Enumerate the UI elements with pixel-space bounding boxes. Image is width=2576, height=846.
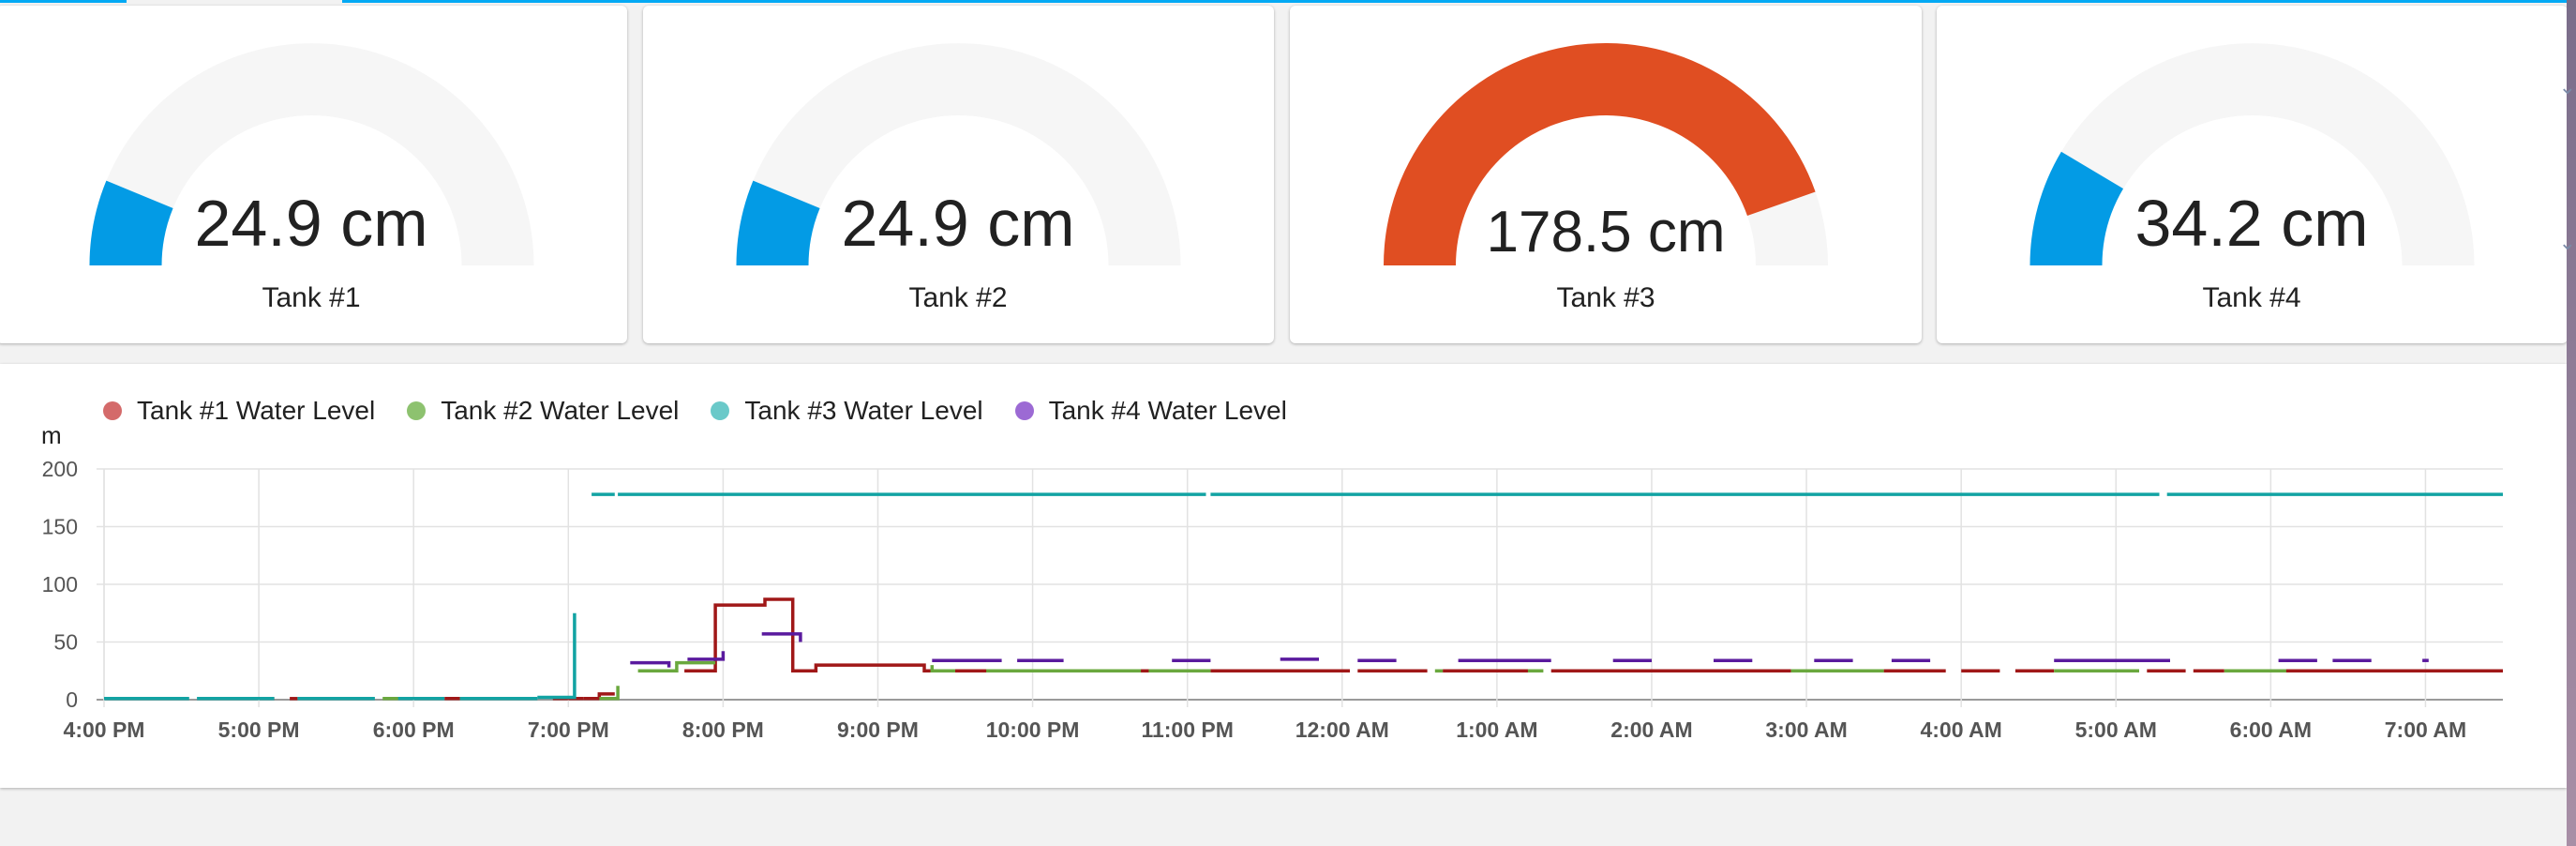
legend-dot <box>711 401 730 420</box>
legend-label: Tank #4 Water Level <box>1048 396 1287 425</box>
series-line-tank-2 <box>599 686 620 701</box>
gauge-card-tank-2[interactable]: 24.9 cm Tank #2 <box>643 6 1274 343</box>
top-tab-indicator <box>0 0 2576 3</box>
x-tick-label: 1:00 AM <box>1456 718 1537 742</box>
x-tick-label: 7:00 PM <box>528 718 609 742</box>
legend-item-tank-3[interactable]: Tank #3 Water Level <box>711 396 983 426</box>
x-tick-label: 9:00 PM <box>837 718 919 742</box>
x-tick-label: 5:00 AM <box>2075 718 2157 742</box>
history-graph-card: 0 50 100 150 200 4:00 PM 5:00 PM 6:00 PM 7:00 PM… <box>0 364 2567 788</box>
x-tick-label: 8:00 PM <box>682 718 764 742</box>
series-line-tank-2 <box>930 665 955 673</box>
legend-item-tank-4[interactable]: Tank #4 Water Level <box>1014 396 1287 426</box>
legend-item-tank-1[interactable]: Tank #1 Water Level <box>103 396 375 426</box>
gauge-card-tank-4[interactable]: 34.2 cm Tank #4 <box>1937 6 2568 343</box>
legend-label: Tank #1 Water Level <box>137 396 376 425</box>
gauge-tank-3: 178.5 cm Tank #3 <box>1384 43 1828 313</box>
gauge-label: Tank #4 <box>2202 282 2300 313</box>
x-tick-label: 10:00 PM <box>986 718 1080 742</box>
gauge-tank-1: 24.9 cm Tank #1 <box>89 43 534 313</box>
x-tick-label: 11:00 PM <box>1141 718 1233 742</box>
legend-item-tank-2[interactable]: Tank #2 Water Level <box>407 396 679 426</box>
legend-label: Tank #3 Water Level <box>744 396 983 425</box>
x-tick-label: 7:00 AM <box>2385 718 2466 742</box>
legend-dot <box>103 401 122 420</box>
gauge-label: Tank #3 <box>1556 282 1655 313</box>
y-tick-label: 50 <box>53 630 78 655</box>
y-tick-label: 200 <box>42 457 78 481</box>
legend-label: Tank #2 Water Level <box>441 396 680 425</box>
chevron-down-icon[interactable]: ⌄ <box>2559 231 2576 255</box>
legend-dot <box>1014 401 1034 420</box>
gauge-value: 178.5 cm <box>1486 200 1725 264</box>
x-tick-label: 4:00 PM <box>64 718 145 742</box>
gauge-tank-2: 24.9 cm Tank #2 <box>736 43 1181 313</box>
x-tick-label: 2:00 AM <box>1610 718 1692 742</box>
x-tick-label: 6:00 AM <box>2230 718 2312 742</box>
x-tick-label: 5:00 PM <box>218 718 300 742</box>
legend-dot <box>407 401 427 420</box>
x-tick-label: 4:00 AM <box>1920 718 2001 742</box>
x-tick-label: 12:00 AM <box>1295 718 1389 742</box>
series-line-tank-4 <box>687 651 726 661</box>
gauge-label: Tank #1 <box>262 282 360 313</box>
gauge-value: 24.9 cm <box>842 187 1075 260</box>
y-axis-unit: m <box>41 421 62 449</box>
chevron-down-icon[interactable]: ⌄ <box>2559 75 2576 99</box>
y-tick-label: 0 <box>66 687 78 712</box>
series-line-tank-4 <box>630 660 671 668</box>
gauge-tank-4: 34.2 cm Tank #4 <box>2029 43 2475 313</box>
gauge-value: 24.9 cm <box>195 187 428 260</box>
gauge-card-tank-3[interactable]: 178.5 cm Tank #3 <box>1290 6 1922 343</box>
chart-legend: Tank #1 Water Level Tank #2 Water Level … <box>103 392 1319 430</box>
series-line-tank-4 <box>761 632 802 642</box>
x-tick-label: 6:00 PM <box>373 718 455 742</box>
gauge-label: Tank #2 <box>908 282 1007 313</box>
gauge-value: 34.2 cm <box>2135 187 2369 260</box>
gauge-card-tank-1[interactable]: 24.9 cm Tank #1 <box>0 6 627 343</box>
y-tick-label: 100 <box>42 572 78 597</box>
x-tick-label: 3:00 AM <box>1765 718 1847 742</box>
window-edge <box>2567 0 2576 846</box>
y-tick-label: 150 <box>42 515 78 539</box>
